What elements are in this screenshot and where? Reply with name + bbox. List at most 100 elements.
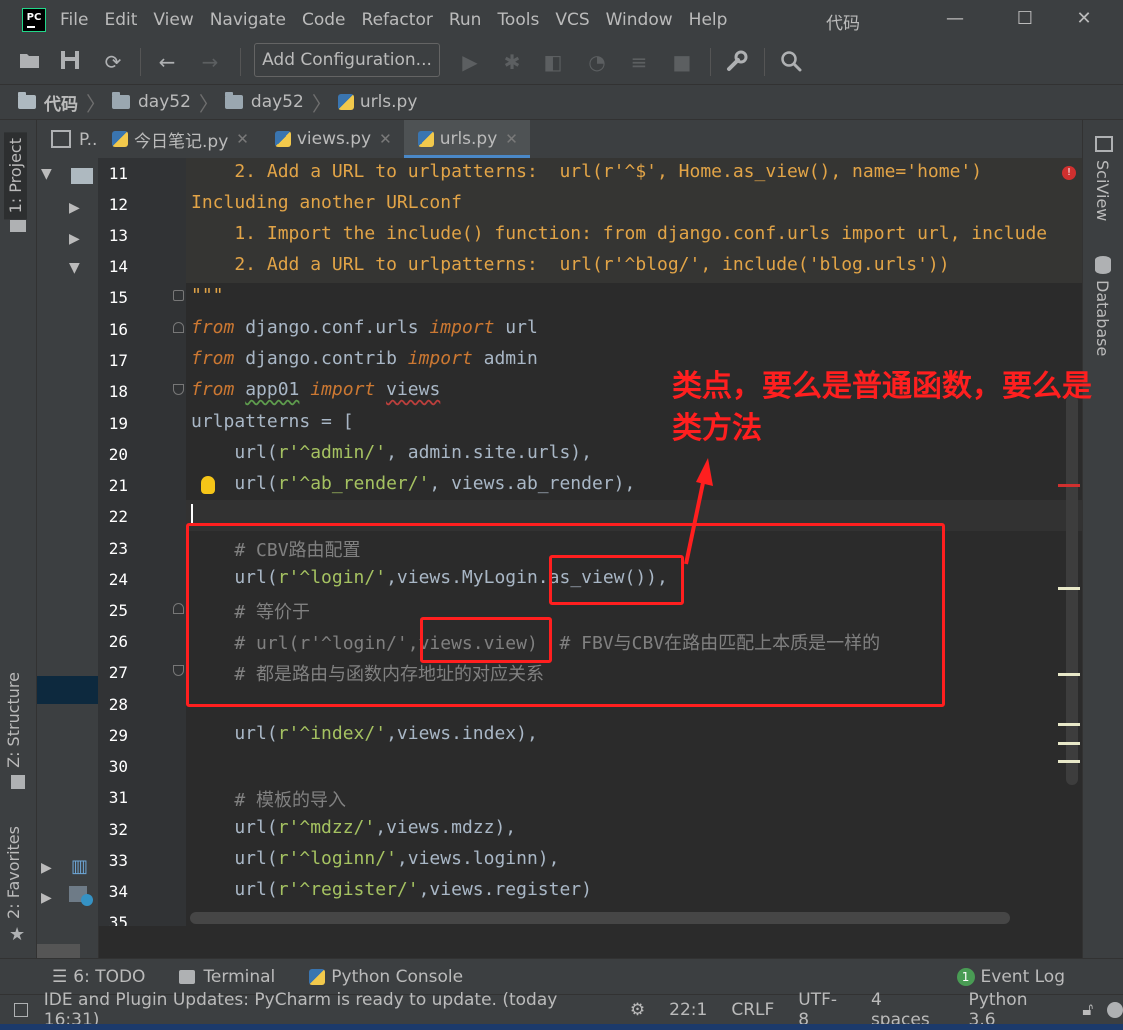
code-line: 2. Add a URL to urlpatterns: url(r'^$', … <box>191 161 983 182</box>
tab-database[interactable]: Database <box>1093 280 1112 356</box>
add-configuration-button[interactable]: Add Configuration... <box>254 43 440 77</box>
menu-tools[interactable]: Tools <box>497 10 539 30</box>
menu-window[interactable]: Window <box>606 10 673 30</box>
debug-icon[interactable]: ✱ <box>500 50 524 74</box>
folder-icon <box>112 92 130 109</box>
menu-help[interactable]: Help <box>689 10 728 30</box>
panel-scrollbar[interactable] <box>37 944 80 958</box>
fold-marker-icon[interactable] <box>173 384 184 395</box>
tool-terminal[interactable]: Terminal <box>179 967 275 987</box>
maximize-icon[interactable]: ☐ <box>1013 8 1037 29</box>
line-number: 20 <box>108 445 128 464</box>
run-icon[interactable]: ▶ <box>458 50 482 74</box>
folder-icon <box>224 92 243 109</box>
stop-icon[interactable]: ■ <box>670 50 694 74</box>
warning-stripe-mark[interactable] <box>1058 723 1080 726</box>
breadcrumb-item-day52-outer[interactable]: day52 <box>112 92 191 112</box>
code-line: url(r'^mdzz/',views.mdzz), <box>191 817 517 838</box>
tool-event-log[interactable]: 1 Event Log <box>956 967 1065 987</box>
tree-collapse-icon[interactable]: ▶ <box>41 860 52 876</box>
sciview-icon <box>1095 136 1113 152</box>
event-count-badge: 1 <box>956 968 975 986</box>
warning-stripe-mark[interactable] <box>1058 742 1080 745</box>
error-icon[interactable]: ! <box>1062 166 1076 180</box>
search-icon[interactable] <box>779 50 803 74</box>
project-view-icon <box>51 130 71 148</box>
toolbar: ⟳ ← → ▶ ✱ ◧ ◔ ≡ ■ <box>0 40 1123 85</box>
back-arrow-icon[interactable]: ← <box>155 50 179 74</box>
project-folder-icon <box>10 220 26 232</box>
menu-refactor[interactable]: Refactor <box>362 10 433 30</box>
forward-arrow-icon[interactable]: → <box>198 50 222 74</box>
fold-marker-icon[interactable] <box>173 290 184 301</box>
star-icon: ★ <box>9 924 26 945</box>
menu-file[interactable]: File <box>60 10 88 30</box>
tool-python-console[interactable]: Python Console <box>309 967 463 987</box>
close-icon[interactable]: ✕ <box>1072 8 1096 29</box>
code-line: """ <box>191 285 224 306</box>
tree-collapse-icon[interactable]: ▶ <box>69 200 80 216</box>
editor-vertical-scrollbar[interactable] <box>1066 395 1078 785</box>
tree-selection <box>37 676 98 704</box>
status-toggle-icon[interactable] <box>14 1003 28 1017</box>
annotation-box-views-view <box>420 617 552 663</box>
menu-vcs[interactable]: VCS <box>555 10 589 30</box>
project-panel: P.. ▼ ▶ ▶ ▼ ▶ ▥ ▶ <box>37 120 99 958</box>
inspector-icon[interactable] <box>1107 1002 1123 1018</box>
annotation-arrow-icon <box>684 458 713 565</box>
save-icon[interactable] <box>58 50 82 74</box>
close-tab-icon[interactable]: ✕ <box>379 130 392 148</box>
lock-icon[interactable]: 🔓︎ <box>1082 1000 1093 1020</box>
tab-project[interactable]: 1: Project <box>4 132 27 220</box>
warning-stripe-mark[interactable] <box>1058 760 1080 763</box>
menu-bar: PC File Edit View Navigate Code Refactor… <box>0 0 1123 41</box>
close-tab-icon[interactable]: ✕ <box>236 130 249 148</box>
tree-collapse-icon[interactable]: ▶ <box>69 231 80 247</box>
breadcrumb-item-day52-inner[interactable]: day52 <box>224 92 304 112</box>
coverage-icon[interactable]: ◧ <box>541 50 565 74</box>
warning-stripe-mark[interactable] <box>1058 673 1080 676</box>
fold-marker-icon[interactable] <box>173 603 184 614</box>
line-number: 14 <box>108 257 128 276</box>
menu-edit[interactable]: Edit <box>104 10 137 30</box>
tab-views-py[interactable]: views.py ✕ <box>261 120 404 158</box>
tab-urls-py[interactable]: urls.py ✕ <box>403 120 531 158</box>
profile-icon[interactable]: ◔ <box>585 50 609 74</box>
open-folder-icon[interactable] <box>18 50 42 74</box>
sync-icon[interactable]: ⟳ <box>101 50 125 74</box>
annotation-box-cbv <box>186 523 945 707</box>
wrench-icon[interactable] <box>725 50 749 74</box>
tree-collapse-icon[interactable]: ▶ <box>41 890 52 906</box>
line-number: 16 <box>108 320 128 339</box>
caret-position[interactable]: 22:1 <box>669 1000 707 1020</box>
tab-favorites[interactable]: 2: Favorites <box>4 826 23 919</box>
menu-view[interactable]: View <box>153 10 193 30</box>
concurrency-icon[interactable]: ≡ <box>627 50 651 74</box>
code-line: url(r'^register/',views.register) <box>191 879 592 900</box>
tree-expand-icon[interactable]: ▼ <box>41 166 52 182</box>
code-line: url(r'^loginn/',views.loginn), <box>191 848 560 869</box>
line-number: 34 <box>108 882 128 901</box>
code-line: 1. Import the include() function: from d… <box>191 223 1048 244</box>
tree-expand-icon[interactable]: ▼ <box>69 260 80 276</box>
tab-structure[interactable]: Z: Structure <box>4 672 23 768</box>
tool-todo[interactable]: ☰ 6: TODO <box>52 967 145 987</box>
warning-stripe-mark[interactable] <box>1058 587 1080 590</box>
menu-navigate[interactable]: Navigate <box>210 10 286 30</box>
background-tasks-icon[interactable]: ⚙ <box>630 1000 645 1020</box>
fold-marker-icon[interactable] <box>173 322 184 333</box>
editor-horizontal-scrollbar[interactable] <box>190 912 1010 924</box>
fold-marker-icon[interactable] <box>173 665 184 676</box>
menu-run[interactable]: Run <box>449 10 482 30</box>
tab-sciview[interactable]: SciView <box>1093 160 1112 221</box>
line-number: 30 <box>108 757 128 776</box>
breadcrumb-item-root[interactable]: 代码 <box>18 90 78 115</box>
close-tab-icon[interactable]: ✕ <box>505 130 518 148</box>
minimize-icon[interactable]: — <box>943 8 967 29</box>
breadcrumb-item-file[interactable]: urls.py <box>337 92 417 112</box>
folder-icon <box>71 168 93 184</box>
menu-code[interactable]: Code <box>302 10 346 30</box>
line-separator[interactable]: CRLF <box>731 1000 774 1020</box>
tab-notes-py[interactable]: 今日笔记.py ✕ <box>98 120 261 158</box>
error-stripe-mark[interactable] <box>1058 484 1080 487</box>
